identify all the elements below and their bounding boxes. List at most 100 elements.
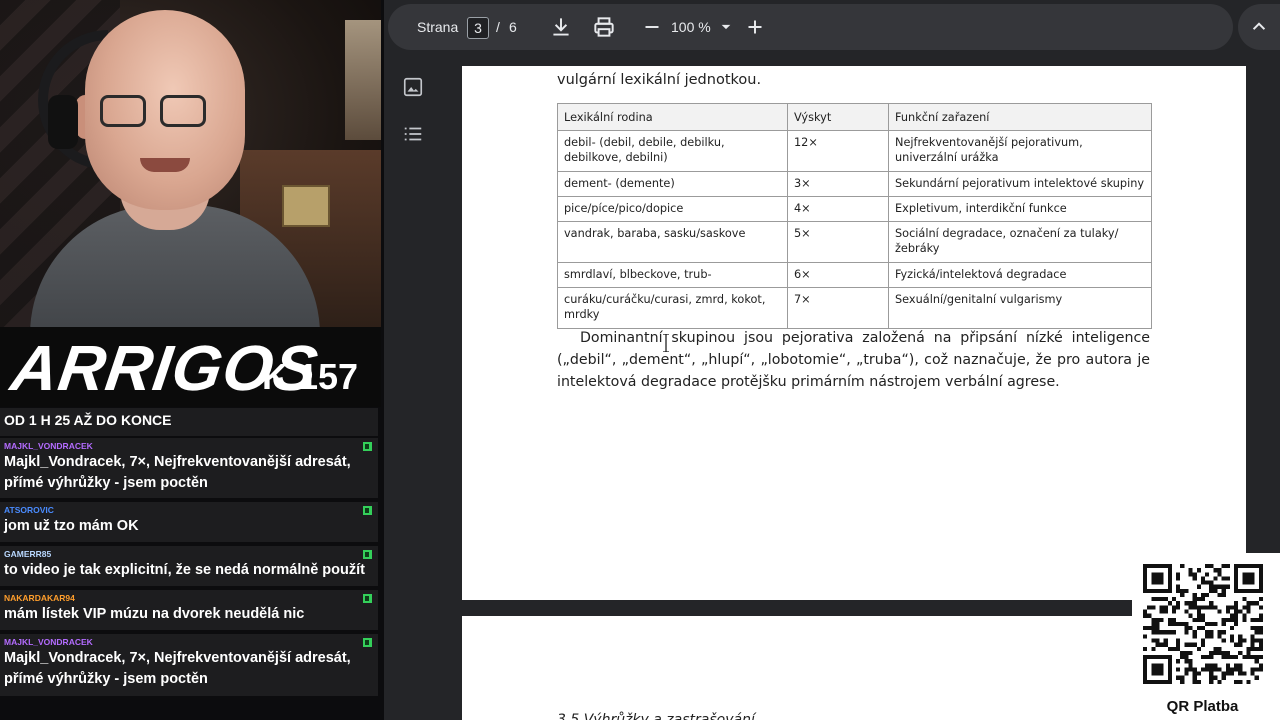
- qr-module: [1176, 621, 1181, 627]
- qr-payment-box: QR Platba: [1132, 553, 1280, 720]
- table-cell: curáku/curáčku/curasi, zmrd, kokot, mrdk…: [557, 286, 788, 329]
- qr-module: [1225, 576, 1230, 581]
- page-total: 6: [509, 19, 517, 35]
- qr-module: [1163, 642, 1168, 647]
- table-cell: 7×: [787, 286, 889, 329]
- outline-icon[interactable]: [402, 123, 424, 145]
- qr-module: [1234, 621, 1239, 627]
- qr-module: [1167, 601, 1172, 606]
- qr-module: [1192, 572, 1197, 577]
- collapse-toolbar-button[interactable]: [1238, 4, 1280, 50]
- table-row: vandrak, baraba, sasku/saskove 5× Sociál…: [557, 220, 1152, 263]
- qr-module: [1188, 663, 1193, 668]
- qr-module: [1221, 592, 1226, 598]
- qr-module: [1254, 617, 1259, 622]
- qr-module: [1250, 642, 1255, 647]
- table-row: debil- (debil, debile, debilku, debilkov…: [557, 129, 1152, 172]
- qr-module: [1196, 646, 1201, 651]
- background-box: [282, 185, 330, 227]
- qr-module: [1180, 592, 1185, 598]
- table-cell: Sexuální/genitalní vulgarismy: [888, 286, 1152, 329]
- qr-module: [1176, 572, 1181, 577]
- qr-module: [1217, 646, 1222, 651]
- chevron-down-icon[interactable]: [713, 14, 739, 40]
- qr-module: [1242, 638, 1247, 643]
- qr-module: [1171, 630, 1177, 635]
- qr-module: [1229, 617, 1235, 622]
- qr-module: [1225, 605, 1230, 610]
- table-row: dement- (demente) 3× Sekundární pejorati…: [557, 170, 1152, 197]
- qr-module: [1155, 642, 1160, 647]
- qr-module: [1250, 638, 1255, 643]
- qr-module: [1209, 667, 1214, 672]
- brand-number: K 157: [262, 356, 359, 397]
- qr-module: [1238, 609, 1243, 614]
- qr-module: [1213, 576, 1218, 581]
- qr-module: [1213, 675, 1218, 680]
- qr-module: [1192, 634, 1197, 639]
- page-number-input[interactable]: [467, 17, 489, 39]
- qr-module: [1188, 667, 1193, 672]
- chat-message: MAJKL_VONDRACEK Majkl_Vondracek, 7×, Nej…: [0, 438, 378, 498]
- qr-module: [1205, 630, 1210, 635]
- intro-line: vulgární lexikální jednotkou.: [557, 72, 762, 88]
- qr-module: [1254, 646, 1259, 651]
- qr-module: [1225, 650, 1230, 656]
- qr-module: [1188, 650, 1193, 656]
- print-icon[interactable]: [591, 14, 617, 40]
- zoom-out-icon[interactable]: [639, 14, 665, 40]
- qr-module: [1205, 592, 1210, 598]
- qr-module: [1176, 576, 1181, 581]
- qr-module: [1192, 630, 1197, 635]
- qr-module: [1229, 667, 1235, 672]
- qr-module: [1196, 671, 1201, 676]
- qr-module: [1184, 621, 1189, 627]
- qr-module: [1238, 671, 1243, 676]
- channel-brand: ARRIGOS K 157: [0, 327, 381, 407]
- qr-module: [1258, 626, 1263, 631]
- zoom-level[interactable]: 100 %: [671, 19, 711, 35]
- qr-module: [1209, 601, 1214, 606]
- qr-module: [1176, 675, 1181, 680]
- table-cell: Fyzická/intelektová degradace: [888, 261, 1152, 288]
- qr-module: [1229, 638, 1235, 643]
- qr-module: [1213, 663, 1218, 668]
- qr-module: [1180, 675, 1185, 680]
- qr-module: [1192, 679, 1197, 684]
- qr-module: [1258, 646, 1263, 651]
- qr-module: [1209, 630, 1214, 635]
- qr-module: [1217, 568, 1222, 573]
- kick-badge-icon: [363, 594, 372, 603]
- qr-module: [1225, 663, 1230, 668]
- qr-module: [1151, 663, 1164, 676]
- qr-module: [1200, 655, 1206, 660]
- qr-label: QR Platba: [1166, 698, 1239, 715]
- qr-module: [1200, 613, 1206, 618]
- qr-module: [1200, 592, 1206, 598]
- qr-module: [1217, 592, 1222, 598]
- qr-module: [1221, 584, 1226, 589]
- thumbnails-icon[interactable]: [402, 76, 424, 98]
- qr-module: [1176, 646, 1181, 651]
- qr-module: [1209, 679, 1214, 684]
- qr-module: [1200, 667, 1206, 672]
- qr-module: [1234, 609, 1239, 614]
- qr-module: [1184, 626, 1189, 631]
- qr-module: [1238, 650, 1243, 656]
- qr-module: [1209, 655, 1214, 660]
- qr-module: [1184, 667, 1189, 672]
- qr-module: [1254, 638, 1259, 643]
- qr-module: [1234, 613, 1239, 618]
- qr-module: [1143, 634, 1148, 639]
- download-icon[interactable]: [548, 14, 574, 40]
- qr-module: [1155, 630, 1160, 635]
- qr-module: [1209, 564, 1214, 569]
- qr-module: [1213, 568, 1218, 573]
- qr-module: [1188, 601, 1193, 606]
- webcam-feed: [0, 0, 381, 327]
- qr-module: [1221, 655, 1226, 660]
- zoom-in-icon[interactable]: [742, 14, 768, 40]
- qr-module: [1188, 613, 1193, 618]
- qr-module: [1184, 642, 1189, 647]
- qr-module: [1151, 621, 1156, 627]
